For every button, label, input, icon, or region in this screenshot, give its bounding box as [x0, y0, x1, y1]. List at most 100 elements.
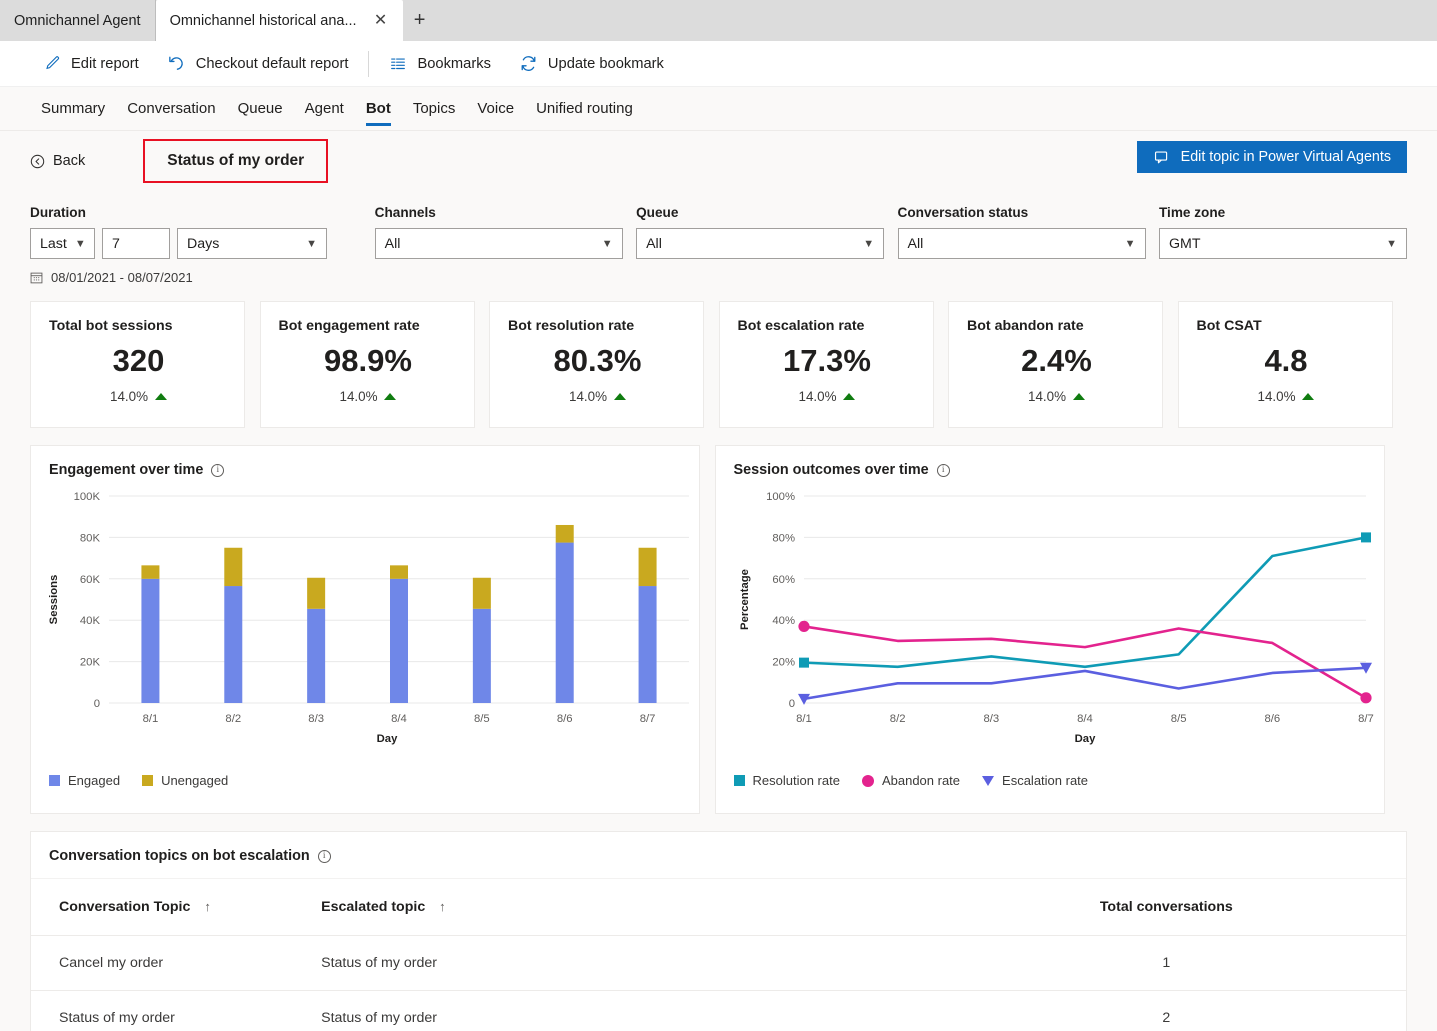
- filter-label: Conversation status: [897, 205, 1029, 220]
- info-icon[interactable]: i: [211, 463, 225, 477]
- bar-chart-svg: 0 20K 40K 60K 80K 100K 8/1 8/2 8/3 8/4 8/5 8/6 8/7 Da…: [48, 491, 689, 745]
- table-header-row: Conversation Topic ↑ Escalated topic ↑ T…: [31, 879, 1406, 936]
- legend-label: Engaged: [68, 773, 121, 788]
- line-chart-svg: 0 20% 40% 60% 80% 100% 8/1 8/2 8/3 8/4 8/5 8/6 8/7 Da…: [739, 491, 1374, 745]
- kpi-bot-resolution-rate[interactable]: Bot resolution rate 80.3% 14.0%: [489, 301, 704, 428]
- kpi-label: Bot escalation rate: [737, 318, 865, 334]
- info-icon[interactable]: i: [936, 463, 950, 477]
- browser-tab-omnichannel-historical-analytics[interactable]: Omnichannel historical ana... ✕: [155, 0, 403, 41]
- svg-text:8/6: 8/6: [557, 713, 573, 725]
- edit-topic-in-pva-button[interactable]: Edit topic in Power Virtual Agents: [1136, 141, 1407, 173]
- line-chart-legend: Resolution rate Abandon rate Escalation …: [716, 773, 1384, 788]
- conversation-status-select[interactable]: All ▼: [897, 228, 1146, 259]
- table-row[interactable]: Cancel my order Status of my order 1: [31, 935, 1406, 991]
- column-header-conversation-topic[interactable]: Conversation Topic ↑: [31, 879, 322, 936]
- new-tab-button[interactable]: +: [403, 0, 437, 41]
- column-label: Escalated topic: [321, 899, 426, 915]
- tab-bot[interactable]: Bot: [355, 87, 402, 131]
- browser-tab-strip: Omnichannel Agent Omnichannel historical…: [0, 0, 1437, 41]
- chart-title: Session outcomes over time: [733, 462, 929, 478]
- tab-label: Queue: [237, 100, 283, 117]
- svg-text:8/3: 8/3: [308, 713, 324, 725]
- tab-conversation[interactable]: Conversation: [116, 87, 226, 131]
- svg-text:40%: 40%: [772, 615, 795, 627]
- duration-unit-select[interactable]: Days ▼: [177, 228, 327, 259]
- browser-tab-label: Omnichannel historical ana...: [169, 12, 357, 29]
- svg-text:8/4: 8/4: [1077, 713, 1093, 725]
- tab-label: Summary: [41, 100, 106, 117]
- filter-queue: Queue All ▼: [636, 205, 897, 259]
- legend-item-resolution-rate[interactable]: Resolution rate: [733, 773, 840, 788]
- kpi-label: Total bot sessions: [49, 318, 173, 334]
- kpi-bot-escalation-rate[interactable]: Bot escalation rate 17.3% 14.0%: [718, 301, 934, 428]
- svg-text:60K: 60K: [80, 574, 101, 586]
- cell-total-conversations: 2: [926, 990, 1406, 1031]
- legend-swatch-escalation-rate: [982, 775, 995, 786]
- filter-label: Duration: [30, 205, 86, 220]
- update-bookmark-button[interactable]: Update bookmark: [505, 48, 678, 80]
- svg-text:40K: 40K: [80, 615, 101, 627]
- trend-up-icon: [843, 393, 856, 400]
- legend-item-escalation-rate[interactable]: Escalation rate: [982, 773, 1088, 788]
- date-range-display: 08/01/2021 - 08/07/2021: [30, 270, 1407, 285]
- kpi-delta-value: 14.0%: [110, 389, 148, 404]
- command-label: Update bookmark: [547, 55, 664, 72]
- tab-voice[interactable]: Voice: [466, 87, 525, 131]
- plus-icon: +: [413, 9, 426, 31]
- legend-item-engaged[interactable]: Engaged: [49, 773, 120, 788]
- edit-report-button[interactable]: Edit report: [30, 48, 153, 80]
- svg-text:8/5: 8/5: [1170, 713, 1186, 725]
- cell-conversation-topic: Cancel my order: [31, 935, 322, 991]
- tab-label: Bot: [365, 100, 391, 117]
- kpi-bot-abandon-rate[interactable]: Bot abandon rate 2.4% 14.0%: [948, 301, 1163, 428]
- date-range-text: 08/01/2021 - 08/07/2021: [51, 270, 193, 285]
- trend-up-icon: [1072, 393, 1085, 400]
- kpi-bot-csat[interactable]: Bot CSAT 4.8 14.0%: [1177, 301, 1393, 428]
- legend-swatch-resolution-rate: [733, 775, 745, 786]
- kpi-total-bot-sessions[interactable]: Total bot sessions 320 14.0%: [30, 301, 245, 428]
- kpi-delta: 14.0%: [967, 389, 1146, 404]
- kpi-delta-value: 14.0%: [798, 389, 837, 404]
- svg-text:100K: 100K: [74, 491, 101, 503]
- tab-queue[interactable]: Queue: [227, 87, 294, 131]
- svg-text:8/5: 8/5: [474, 713, 490, 725]
- tab-label: Conversation: [127, 100, 216, 117]
- close-icon[interactable]: ✕: [373, 12, 389, 29]
- kpi-delta: 14.0%: [1197, 389, 1376, 404]
- queue-select[interactable]: All ▼: [636, 228, 885, 259]
- tab-topics[interactable]: Topics: [402, 87, 467, 131]
- kpi-bot-engagement-rate[interactable]: Bot engagement rate 98.9% 14.0%: [259, 301, 475, 428]
- tab-agent[interactable]: Agent: [294, 87, 355, 131]
- channels-select[interactable]: All ▼: [374, 228, 623, 259]
- line-chart[interactable]: 0 20% 40% 60% 80% 100% 8/1 8/2 8/3 8/4 8/5 8/6 8/7 Da…: [716, 478, 1384, 773]
- column-header-escalated-topic[interactable]: Escalated topic ↑: [321, 879, 927, 936]
- svg-text:100%: 100%: [766, 491, 795, 503]
- tab-summary[interactable]: Summary: [30, 87, 116, 131]
- bookmarks-button[interactable]: Bookmarks: [375, 48, 504, 80]
- back-button[interactable]: Back: [30, 153, 85, 169]
- filter-time-zone: Time zone GMT ▼: [1159, 205, 1407, 259]
- table-row[interactable]: Status of my order Status of my order 2: [31, 990, 1406, 1031]
- svg-text:Percentage: Percentage: [739, 569, 751, 630]
- svg-text:8/6: 8/6: [1264, 713, 1280, 725]
- legend-item-abandon-rate[interactable]: Abandon rate: [861, 773, 960, 788]
- duration-amount-input[interactable]: 7: [102, 228, 170, 259]
- bar-chart[interactable]: 0 20K 40K 60K 80K 100K 8/1 8/2 8/3 8/4 8/5 8/6 8/7 Da…: [31, 478, 699, 773]
- chevron-down-icon: ▼: [601, 237, 613, 250]
- duration-mode-select[interactable]: Last ▼: [30, 228, 95, 259]
- column-header-total-conversations[interactable]: Total conversations: [926, 879, 1406, 936]
- time-zone-select[interactable]: GMT ▼: [1159, 228, 1407, 259]
- report-page: Back Status of my order Edit topic in Po…: [0, 131, 1437, 1031]
- cell-escalated-topic: Status of my order: [321, 990, 927, 1031]
- filter-bar: Duration Last ▼ 7 Days ▼ Channels All ▼: [30, 205, 1407, 259]
- legend-item-unengaged[interactable]: Unengaged: [142, 773, 228, 788]
- svg-text:20%: 20%: [772, 657, 795, 669]
- legend-swatch-unengaged: [142, 775, 154, 786]
- kpi-delta: 14.0%: [279, 389, 458, 404]
- svg-text:80%: 80%: [772, 532, 795, 544]
- chevron-down-icon: ▼: [74, 237, 86, 250]
- info-icon[interactable]: i: [317, 849, 331, 863]
- tab-unified-routing[interactable]: Unified routing: [525, 87, 644, 131]
- browser-tab-omnichannel-agent[interactable]: Omnichannel Agent: [0, 0, 156, 41]
- checkout-default-report-button[interactable]: Checkout default report: [153, 48, 363, 80]
